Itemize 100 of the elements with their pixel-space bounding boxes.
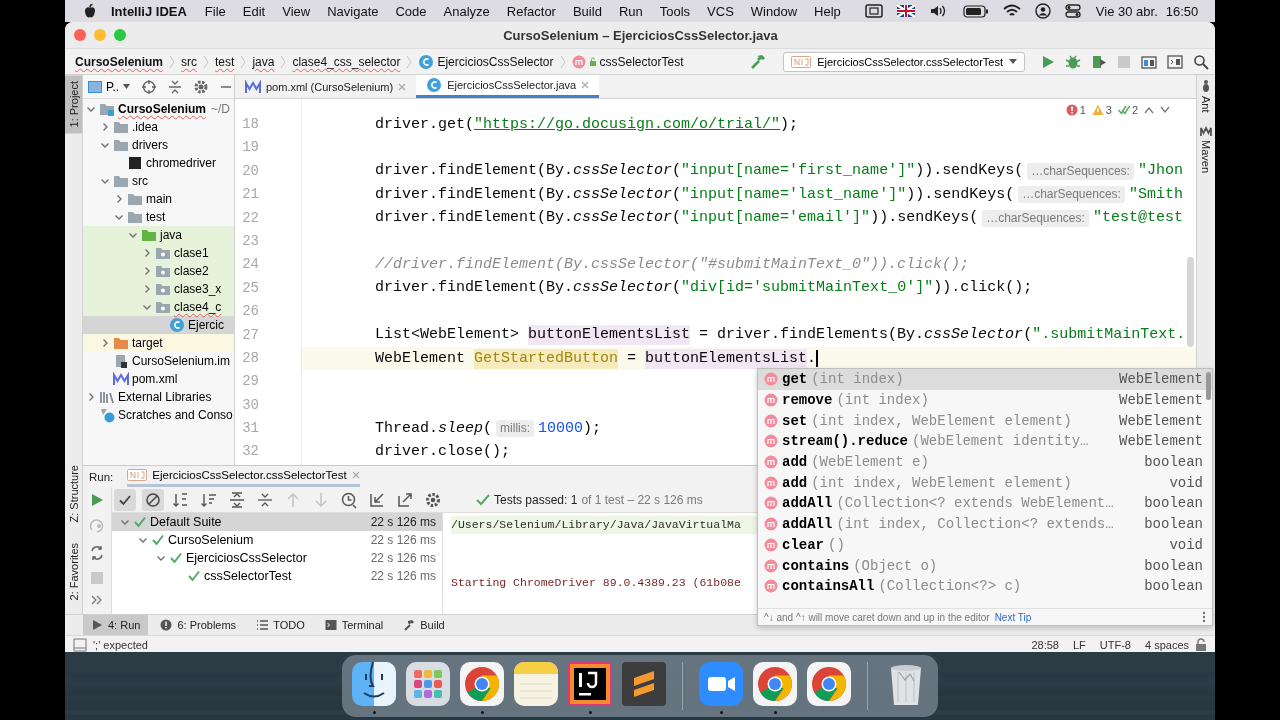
editor-icon[interactable]	[620, 660, 668, 708]
line-separator[interactable]: LF	[1072, 639, 1086, 651]
tool-window-tab[interactable]: Build	[395, 615, 453, 635]
breadcrumb[interactable]: test	[215, 54, 235, 69]
chevron-icon[interactable]	[142, 284, 152, 294]
tree-item[interactable]: main	[83, 190, 234, 208]
toggle-autotest-icon[interactable]	[89, 545, 105, 561]
result-row[interactable]: cssSelectorTest 22 s 126 ms	[112, 567, 442, 585]
chevron-icon[interactable]	[86, 392, 96, 402]
menu-item[interactable]: Analyze	[443, 3, 490, 19]
menu-item[interactable]: Help	[814, 3, 841, 19]
menu-item[interactable]: VCS	[707, 3, 734, 19]
tree-item[interactable]: chromedriver	[83, 154, 234, 172]
hammer-icon[interactable]	[749, 52, 768, 71]
check-icon[interactable]	[114, 488, 136, 511]
inspection-count[interactable]: 2	[1117, 104, 1138, 116]
run-icon[interactable]	[90, 493, 104, 507]
more-icon[interactable]	[91, 595, 103, 605]
completion-item[interactable]: add (int index, WebElement element) void	[758, 472, 1212, 494]
menu-item[interactable]: Window	[750, 3, 798, 19]
menu-item[interactable]: Build	[572, 3, 602, 19]
control-center-icon[interactable]	[1064, 3, 1081, 19]
tree-item[interactable]: .idea	[83, 118, 234, 136]
chevron-icon[interactable]	[114, 194, 124, 204]
tree-item[interactable]: target	[83, 334, 234, 352]
menu-item[interactable]: Tools	[659, 3, 691, 19]
chevron-icon[interactable]	[100, 176, 110, 186]
tree-item[interactable]: CursoSelenium.im	[83, 352, 234, 370]
completion-item[interactable]: get (int index) WebElement	[758, 369, 1212, 390]
file-encoding[interactable]: UTF-8	[1099, 639, 1131, 651]
caret-position[interactable]: 28:58	[1031, 639, 1059, 651]
chevron-icon[interactable]	[100, 338, 110, 348]
apple-icon[interactable]	[83, 3, 97, 19]
notes-icon[interactable]	[512, 660, 560, 708]
editor-tab[interactable]: EjerciciosCssSelector.java	[416, 75, 600, 98]
tree-item[interactable]: CursoSelenium ~/D	[83, 100, 234, 118]
user-icon[interactable]	[1034, 3, 1051, 19]
breadcrumb[interactable]: src	[181, 54, 198, 69]
completion-item[interactable]: clear () void	[758, 534, 1212, 556]
layout-icon[interactable]	[1167, 53, 1183, 70]
tree-item[interactable]: Scratches and Conso	[83, 406, 234, 424]
tool-window-tab[interactable]: 6: Problems	[152, 615, 245, 635]
completion-item[interactable]: addAll (int index, Collection<? extends… boolean	[758, 513, 1212, 535]
panel-toggle-icon[interactable]	[73, 638, 87, 652]
tree-item[interactable]: clase2	[83, 262, 234, 280]
locate-icon[interactable]	[141, 78, 158, 95]
coverage-icon[interactable]	[1091, 53, 1107, 70]
tool-window-tab[interactable]: 4: Run	[83, 615, 149, 635]
ignored-icon[interactable]	[142, 488, 164, 511]
completion-item[interactable]: remove (int index) WebElement	[758, 389, 1212, 411]
inspection-count[interactable]: 3	[1091, 104, 1112, 116]
tree-item[interactable]: java	[83, 226, 234, 244]
result-row[interactable]: Default Suite 22 s 126 ms	[112, 513, 442, 531]
video-call-icon[interactable]	[697, 660, 745, 708]
browser-icon[interactable]	[751, 660, 799, 708]
run-icon[interactable]	[1041, 54, 1055, 69]
result-row[interactable]: EjerciciosCssSelector 22 s 126 ms	[112, 549, 442, 567]
tree-item[interactable]: test	[83, 208, 234, 226]
chevron-icon[interactable]	[142, 266, 152, 276]
chevron-icon[interactable]	[138, 535, 148, 545]
menu-item[interactable]: Refactor	[506, 3, 556, 19]
tree-item[interactable]: External Libraries	[83, 388, 234, 406]
breadcrumb[interactable]: clase4_css_selector	[292, 54, 401, 69]
next-tip-link[interactable]: Next Tip	[994, 611, 1197, 623]
menu-item[interactable]: View	[282, 3, 311, 19]
menu-item[interactable]: File	[204, 3, 226, 19]
chevron-icon[interactable]	[128, 230, 138, 240]
chevron-icon[interactable]	[156, 553, 166, 563]
lock-icon[interactable]	[1195, 638, 1207, 652]
wifi-icon[interactable]	[1002, 4, 1021, 18]
result-row[interactable]: CursoSelenium 22 s 126 ms	[112, 531, 442, 549]
tool-window-tab[interactable]: 1: Project	[65, 75, 82, 134]
project-structure-icon[interactable]	[1141, 53, 1157, 70]
collapse-all-icon[interactable]	[168, 78, 183, 95]
chevron-icon[interactable]	[120, 517, 130, 527]
editor-tab[interactable]: pom.xml (CursoSelenium)	[235, 75, 417, 98]
inspection-count[interactable]: 1	[1065, 104, 1086, 116]
battery-icon[interactable]	[962, 4, 989, 18]
chevron-icon[interactable]	[142, 248, 152, 258]
bug-icon[interactable]	[1065, 53, 1081, 70]
chevron-icon[interactable]	[100, 140, 110, 150]
breadcrumb[interactable]: java	[252, 54, 275, 69]
chevron-icon[interactable]	[100, 122, 110, 132]
browser-icon[interactable]	[805, 660, 853, 708]
scrollbar[interactable]	[1206, 372, 1211, 400]
chevron-icon[interactable]	[114, 212, 124, 222]
completion-item[interactable]: set (int index, WebElement element) WebElement	[758, 410, 1212, 432]
tool-window-tab[interactable]: Ant	[1200, 79, 1212, 113]
tree-item[interactable]: drivers	[83, 136, 234, 154]
tree-item[interactable]: clase3_x	[83, 280, 234, 298]
flag-icon[interactable]	[896, 5, 915, 17]
chevron-icon[interactable]	[86, 104, 96, 114]
menu-item[interactable]: Edit	[242, 3, 266, 19]
tree-item[interactable]: clase1	[83, 244, 234, 262]
tree-item[interactable]: Ejercic	[83, 316, 234, 334]
window-icon[interactable]	[864, 4, 883, 18]
completion-item[interactable]: addAll (Collection<? extends WebElement… boolean	[758, 493, 1212, 514]
completion-item[interactable]: contains (Object o) boolean	[758, 555, 1212, 576]
tool-window-tab[interactable]: Maven	[1200, 124, 1212, 173]
breadcrumb[interactable]: EjerciciosCssSelector	[418, 53, 554, 70]
